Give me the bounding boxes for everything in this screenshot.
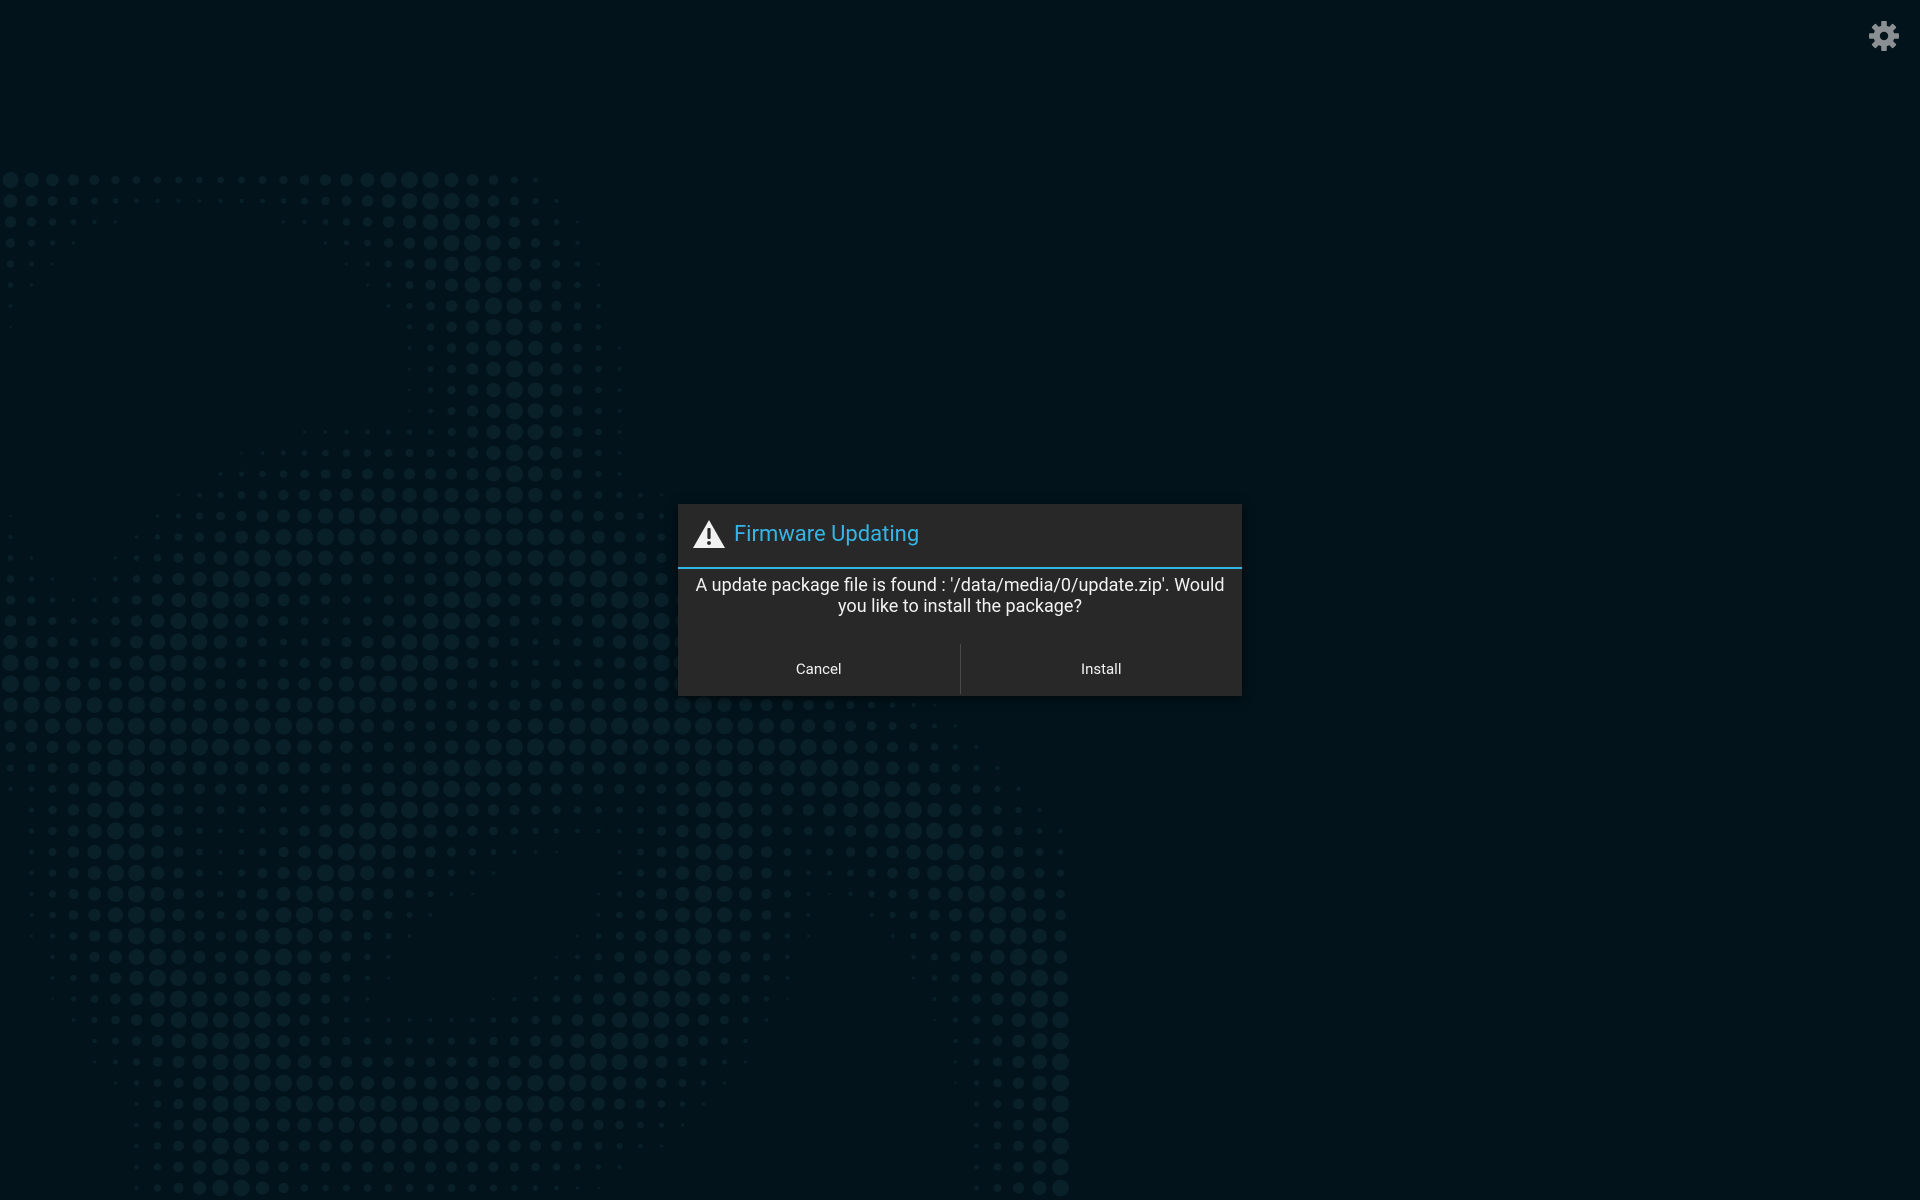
dialog-title: Firmware Updating bbox=[734, 522, 920, 547]
title-divider bbox=[678, 567, 1242, 569]
home-screen: Firmware Updating A update package file … bbox=[0, 0, 1920, 1200]
cancel-button[interactable]: Cancel bbox=[678, 642, 960, 696]
firmware-update-dialog: Firmware Updating A update package file … bbox=[678, 504, 1242, 696]
install-button[interactable]: Install bbox=[961, 642, 1243, 696]
warning-icon bbox=[693, 520, 725, 548]
dialog-button-bar: Cancel Install bbox=[678, 642, 1242, 696]
dialog-title-bar: Firmware Updating bbox=[678, 504, 1242, 567]
dialog-message: A update package file is found : '/data/… bbox=[695, 575, 1225, 617]
